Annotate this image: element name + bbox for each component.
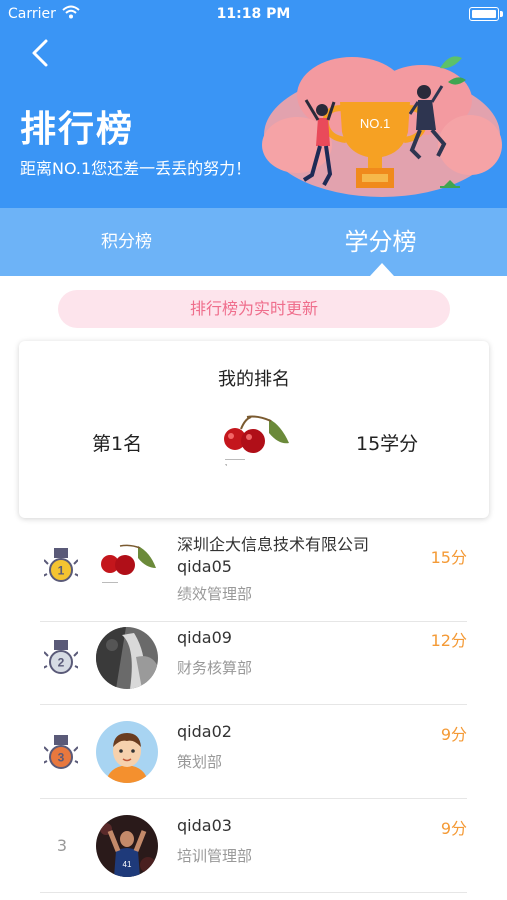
tab-points[interactable]: 积分榜 xyxy=(0,208,253,276)
cartoon-boy-icon xyxy=(96,721,158,783)
tab-bar: 积分榜 学分榜 xyxy=(0,208,507,276)
user-department: 策划部 xyxy=(177,753,223,771)
cherry-icon xyxy=(217,403,293,479)
back-arrow-icon[interactable] xyxy=(28,38,52,68)
my-rank-title: 我的排名 xyxy=(218,369,290,390)
user-department: 绩效管理部 xyxy=(177,585,253,603)
ranking-row-4[interactable]: 3 41 qida03 培训管理部 9分 xyxy=(0,799,507,893)
basketball-player-icon: 41 xyxy=(96,815,158,877)
svg-text:41: 41 xyxy=(123,860,132,869)
medal-number: 3 xyxy=(58,751,65,765)
user-name: qida02 xyxy=(177,722,232,741)
my-rank-position: 第1名 xyxy=(92,433,143,455)
gold-medal-icon: 1 xyxy=(44,548,78,582)
row-divider xyxy=(40,892,467,893)
rank-number: 3 xyxy=(56,836,68,855)
user-avatar xyxy=(96,534,158,596)
user-score: 12分 xyxy=(430,631,467,650)
cherry-icon xyxy=(96,534,158,596)
ranking-row-1[interactable]: 1 深圳企大信息技术有限公司qida05 绩效管理部 15分 xyxy=(0,528,507,622)
user-avatar xyxy=(96,721,158,783)
page-title: 排行榜 xyxy=(20,109,135,150)
realtime-notice: 排行榜为实时更新 xyxy=(58,290,450,328)
ranking-row-3[interactable]: 3 qida02 策划部 9分 xyxy=(0,705,507,799)
battery-nub xyxy=(500,11,503,17)
clock: 11:18 PM xyxy=(216,6,291,22)
leaf-icon xyxy=(440,56,462,69)
user-name: qida09 xyxy=(177,628,232,647)
page-subtitle: 距离NO.1您还差一丢丢的努力！ xyxy=(20,159,252,178)
header-banner: Carrier 11:18 PM 排行榜 距离NO.1您还差一丢丢的努力！ NO… xyxy=(0,0,507,208)
battery-icon xyxy=(469,7,499,21)
medal-number: 2 xyxy=(58,656,65,670)
user-score: 9分 xyxy=(440,819,467,838)
user-avatar: 41 xyxy=(96,815,158,877)
user-score: 9分 xyxy=(440,725,467,744)
medal-number: 1 xyxy=(58,564,65,578)
photo-avatar-icon xyxy=(96,627,158,689)
trophy-label: NO.1 xyxy=(360,116,390,131)
trophy-illustration: NO.1 xyxy=(262,56,502,197)
silver-medal-icon: 2 xyxy=(44,640,78,674)
my-rank-card: 我的排名 第1名 15学分 xyxy=(19,341,489,518)
user-department: 培训管理部 xyxy=(177,847,253,865)
ranking-row-2[interactable]: 2 qida09 财务核算部 12分 xyxy=(0,611,507,705)
my-rank-score: 15学分 xyxy=(356,433,419,455)
user-name: 深圳企大信息技术有限公司qida05 xyxy=(177,535,370,576)
user-department: 财务核算部 xyxy=(177,659,253,677)
status-bar: Carrier 11:18 PM xyxy=(0,0,507,30)
user-avatar xyxy=(96,627,158,689)
user-name: qida03 xyxy=(177,816,232,835)
user-score: 15分 xyxy=(430,548,467,567)
bronze-medal-icon: 3 xyxy=(44,735,78,769)
my-avatar xyxy=(217,403,293,479)
active-tab-indicator xyxy=(370,263,394,276)
